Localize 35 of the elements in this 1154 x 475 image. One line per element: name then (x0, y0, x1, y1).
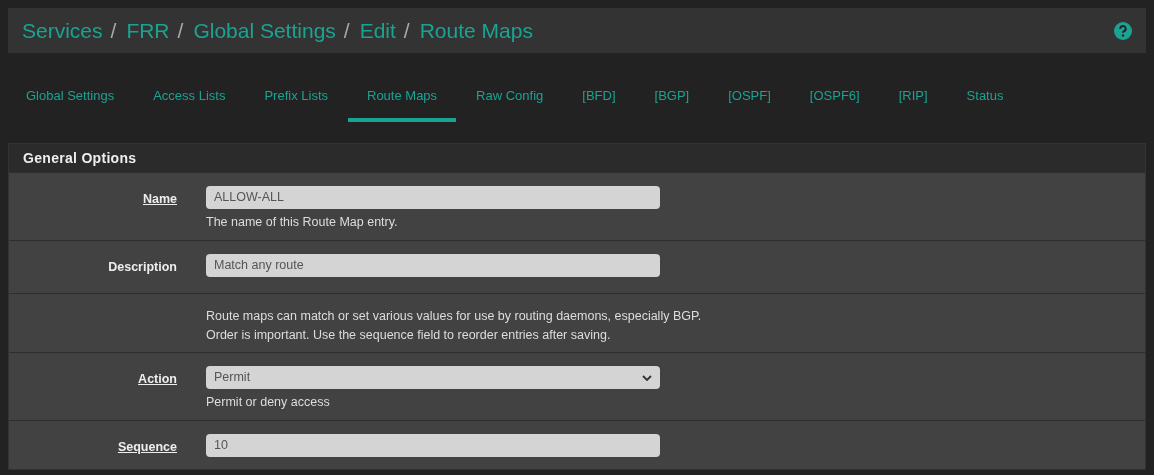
tab[interactable]: Raw Config (468, 80, 552, 122)
tab[interactable]: [BFD] (574, 80, 624, 122)
input-field[interactable]: ALLOW-ALL (206, 186, 660, 209)
field-label: Sequence (117, 440, 177, 454)
field-label: Name (142, 192, 177, 206)
tab[interactable]: Route Maps (348, 80, 457, 122)
breadcrumb-link[interactable]: FRR (126, 18, 170, 43)
breadcrumb-link[interactable]: Edit (359, 18, 396, 43)
tab[interactable]: Status (958, 80, 1012, 122)
breadcrumb-separator: / (110, 18, 117, 43)
tab[interactable]: Prefix Lists (256, 80, 336, 122)
tab[interactable]: [RIP] (890, 80, 936, 122)
chevron-down-icon (642, 374, 652, 381)
breadcrumb-link[interactable]: Route Maps (419, 18, 533, 43)
field-label: Action (138, 372, 177, 386)
help-text: The name of this Route Map entry. (206, 214, 399, 231)
help-text: Permit or deny access (206, 394, 331, 411)
input-field[interactable]: 10 (206, 434, 660, 457)
tab[interactable]: Global Settings (18, 80, 123, 122)
tab[interactable]: [OSPF] (720, 80, 779, 122)
tab[interactable]: [OSPF6] (801, 80, 868, 122)
help-text: Order is important. Use the sequence field to reorder entries after saving. (206, 327, 612, 344)
breadcrumb-separator: / (177, 18, 184, 43)
field-label: Description (108, 260, 177, 274)
panel-title: General Options (9, 144, 1145, 172)
help-icon[interactable] (1114, 21, 1132, 40)
breadcrumb-separator: / (403, 18, 410, 43)
select-field[interactable]: Permit (206, 366, 660, 389)
tab[interactable]: [BGP] (646, 80, 698, 122)
tab[interactable]: Access Lists (145, 80, 234, 122)
input-field[interactable]: Match any route (206, 254, 660, 277)
help-text: Route maps can match or set various values for use by routing daemons, especially BGP. (206, 308, 702, 325)
breadcrumb-separator: / (343, 18, 350, 43)
breadcrumb-link[interactable]: Global Settings (193, 18, 336, 43)
breadcrumb-link[interactable]: Services (22, 18, 103, 43)
